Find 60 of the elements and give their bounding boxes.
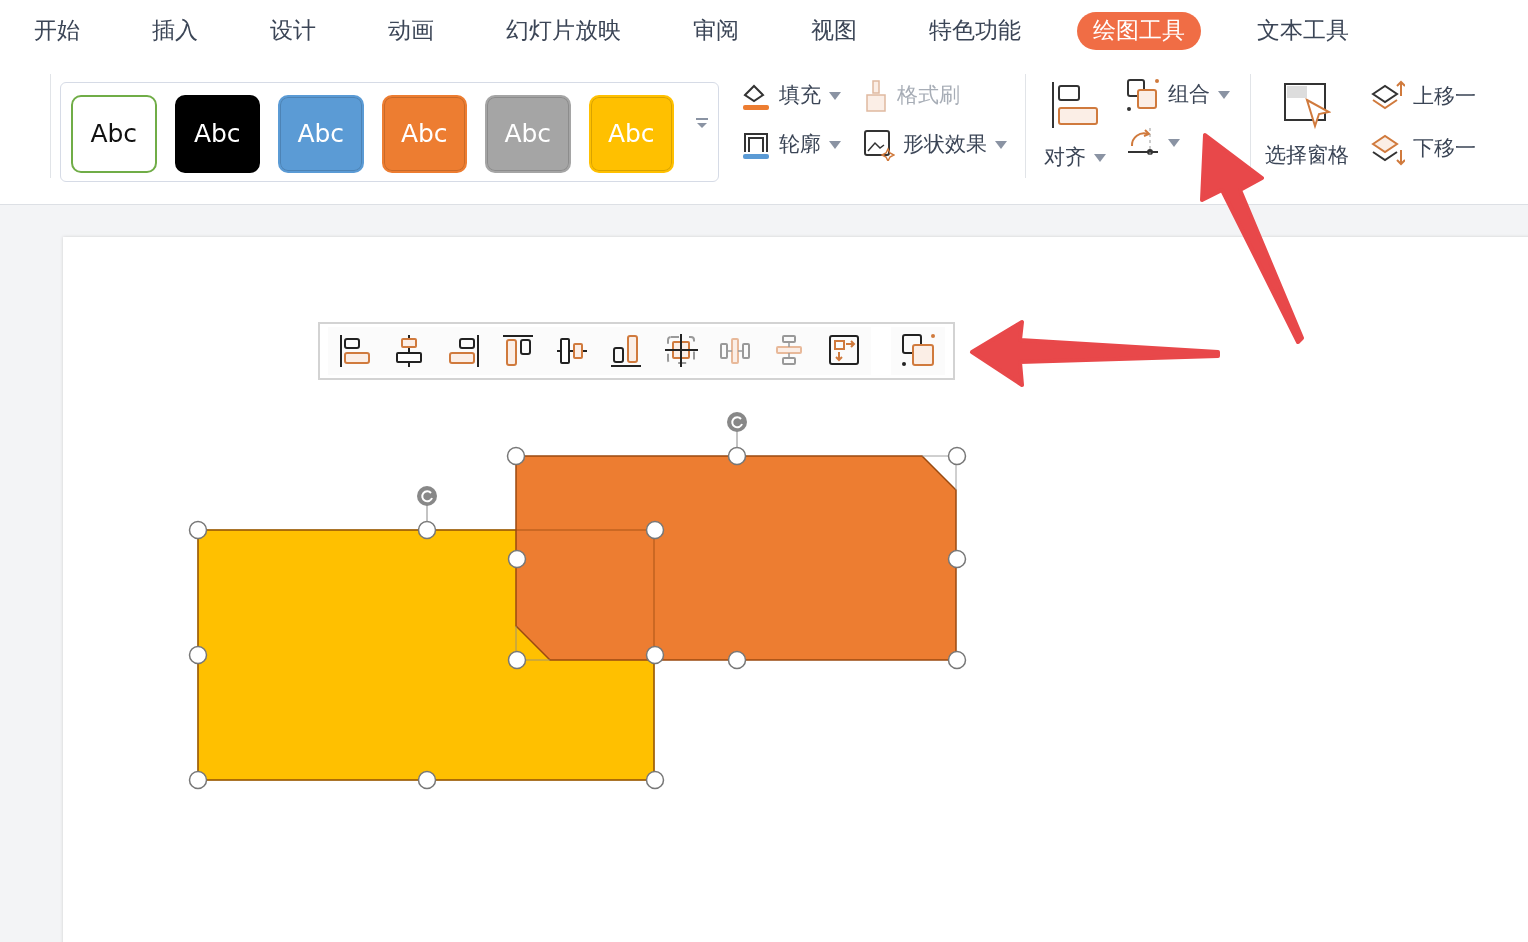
align-right-icon	[446, 333, 481, 369]
group-button[interactable]: 组合	[1122, 76, 1240, 114]
resize-handle[interactable]	[947, 549, 967, 569]
resize-handle[interactable]	[727, 446, 747, 466]
resize-handle[interactable]	[506, 446, 526, 466]
align-button[interactable]: 对齐	[1040, 80, 1110, 204]
resize-handle[interactable]	[947, 446, 967, 466]
resize-handle[interactable]	[645, 520, 665, 540]
ribbon-tab[interactable]: 视图	[795, 12, 873, 50]
resize-handle[interactable]	[507, 650, 527, 670]
brush-icon	[863, 79, 889, 113]
resize-handle[interactable]	[645, 770, 665, 790]
caret-icon	[1218, 91, 1230, 99]
resize-handle[interactable]	[727, 650, 747, 670]
ribbon-tab[interactable]: 动画	[372, 12, 450, 50]
caret-icon	[829, 141, 841, 149]
resize-handle[interactable]	[188, 520, 208, 540]
resize-handle[interactable]	[188, 770, 208, 790]
style-swatch[interactable]: Abc	[71, 95, 157, 173]
group-icon	[1126, 78, 1160, 112]
caret-icon	[829, 92, 841, 100]
outline-icon	[741, 130, 771, 160]
fit-to-slide-button[interactable]	[816, 327, 871, 375]
move-down-button[interactable]: 下移一	[1367, 130, 1480, 168]
align-left-icon	[1051, 82, 1099, 128]
resize-handle[interactable]	[417, 520, 437, 540]
ribbon-tab[interactable]: 幻灯片放映	[490, 12, 637, 50]
layers-icon	[1371, 132, 1405, 166]
align-top-icon	[500, 333, 535, 369]
ribbon-tab[interactable]: 文本工具	[1241, 12, 1365, 50]
align-centers-icon	[663, 333, 698, 369]
rotate-handle[interactable]	[727, 412, 747, 449]
ribbon-tab[interactable]: 审阅	[677, 12, 755, 50]
caret-icon	[995, 141, 1007, 149]
selection-pane-icon	[1283, 82, 1331, 130]
align-bottom-icon	[609, 333, 644, 369]
resize-handle[interactable]	[947, 650, 967, 670]
ribbon-tab[interactable]: 特色功能	[913, 12, 1037, 50]
caret-icon	[1094, 153, 1106, 162]
picture-icon	[863, 129, 895, 161]
effects-button[interactable]: 形状效果	[859, 127, 1011, 163]
resize-handle[interactable]	[417, 770, 437, 790]
resize-handle[interactable]	[188, 645, 208, 665]
resize-handle[interactable]	[507, 549, 527, 569]
resize-handle[interactable]	[645, 645, 665, 665]
caret-icon	[1168, 139, 1180, 147]
fill-button[interactable]: 填充	[737, 77, 845, 115]
ribbon-tab[interactable]: 插入	[136, 12, 214, 50]
group-icon	[900, 333, 935, 369]
group-button[interactable]	[890, 327, 945, 375]
move-up-button[interactable]: 上移一	[1367, 78, 1480, 116]
ribbon-tab[interactable]: 开始	[18, 12, 96, 50]
rotate-handle[interactable]	[417, 486, 437, 523]
style-swatch[interactable]: Abc	[174, 95, 260, 173]
snipped-rectangle-shape[interactable]	[515, 455, 957, 661]
outline-button[interactable]: 轮廓	[737, 127, 845, 163]
align-left-icon	[338, 333, 373, 369]
align-left-button[interactable]	[328, 327, 383, 375]
selection-pane-button[interactable]: 选择窗格	[1261, 80, 1353, 204]
ribbon-tab[interactable]: 设计	[254, 12, 332, 50]
